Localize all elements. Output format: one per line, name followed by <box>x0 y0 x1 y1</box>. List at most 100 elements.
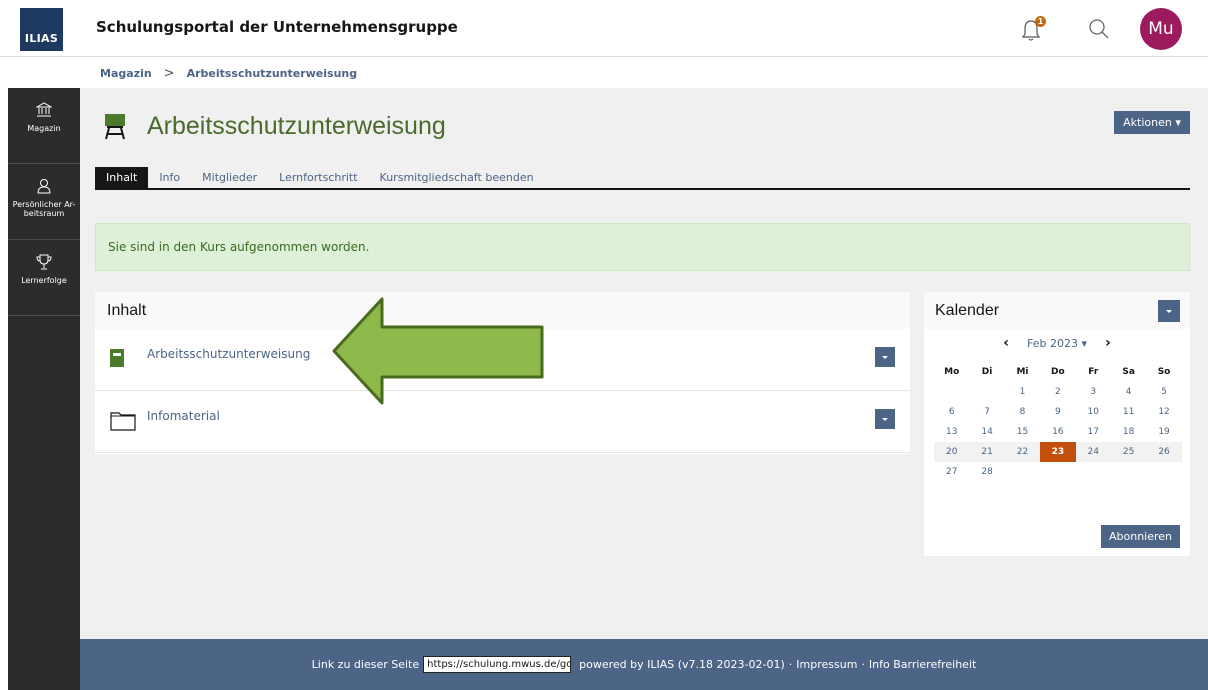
arrow-left-icon <box>332 297 544 405</box>
separator-dot: · <box>861 658 865 671</box>
calendar-day[interactable]: 2 <box>1040 382 1075 402</box>
tab-info[interactable]: Info <box>148 167 191 188</box>
caret-down-icon <box>1166 309 1172 313</box>
calendar-day <box>934 382 969 402</box>
calendar-day[interactable]: 20 <box>934 442 969 462</box>
search-icon[interactable] <box>1088 18 1110 40</box>
week-row: 27 28 <box>934 462 1182 482</box>
calendar-day[interactable]: 24 <box>1076 442 1111 462</box>
calendar-day[interactable]: 10 <box>1076 402 1111 422</box>
chevron-left-icon[interactable]: ‹ <box>1003 335 1009 351</box>
calendar-day[interactable]: 9 <box>1040 402 1075 422</box>
actions-button[interactable]: Aktionen ▾ <box>1114 111 1190 134</box>
slate-item-workspace[interactable]: Persönlicher Ar-beitsraum <box>8 164 80 240</box>
calendar-day <box>1146 462 1181 482</box>
success-message: Sie sind in den Kurs aufgenommen worden. <box>95 223 1190 271</box>
breadcrumb: Magazin > Arbeitsschutzunterweisung <box>80 58 1208 88</box>
weekday-label: Mi <box>1016 367 1029 377</box>
calendar-grid: Mo Di Mi Do Fr Sa So 1 2 3 4 5 6 7 8 9 10 11 12 13 14 15 16 17 1… <box>934 362 1182 482</box>
chevron-right-icon: > <box>163 65 175 81</box>
slate-item-label: Lernerfolge <box>21 276 67 285</box>
calendar-day <box>969 382 1004 402</box>
calendar-panel: Kalender ‹ Feb 2023 ▾ › Mo Di Mi Do Fr Sa So 1 2… <box>924 292 1190 556</box>
breadcrumb-item-magazin[interactable]: Magazin <box>100 67 152 80</box>
tab-kursmitgliedschaft-beenden[interactable]: Kursmitgliedschaft beenden <box>369 167 545 188</box>
caret-down-icon <box>882 355 888 359</box>
powered-by[interactable]: powered by ILIAS (v7.18 2023-02-01) <box>579 658 785 671</box>
calendar-day[interactable]: 15 <box>1005 422 1040 442</box>
weekday-label: Mo <box>944 367 960 377</box>
main-slate: Magazin Persönlicher Ar-beitsraum Lerner… <box>8 88 80 690</box>
calendar-day[interactable]: 21 <box>969 442 1004 462</box>
calendar-dropdown[interactable] <box>1158 300 1180 322</box>
chevron-right-icon[interactable]: › <box>1105 335 1111 351</box>
calendar-day[interactable]: 13 <box>934 422 969 442</box>
list-item-label[interactable]: Infomaterial <box>147 409 220 423</box>
calendar-day[interactable]: 7 <box>969 402 1004 422</box>
item-actions-dropdown[interactable] <box>875 347 895 367</box>
trophy-icon <box>36 254 52 270</box>
calendar-day[interactable]: 8 <box>1005 402 1040 422</box>
calendar-day[interactable]: 1 <box>1005 382 1040 402</box>
impressum-link[interactable]: Impressum <box>796 658 857 671</box>
calendar-heading: Kalender <box>924 292 1190 329</box>
permalink-field[interactable]: https://schulung.mwus.de/goto.php <box>423 656 572 673</box>
calendar-day[interactable]: 27 <box>934 462 969 482</box>
course-icon <box>105 114 125 140</box>
calendar-day[interactable]: 6 <box>934 402 969 422</box>
calendar-day <box>1040 462 1075 482</box>
month-selector[interactable]: Feb 2023 ▾ <box>1027 337 1087 350</box>
caret-down-icon <box>882 417 888 421</box>
folder-icon <box>110 412 136 431</box>
calendar-day <box>1076 462 1111 482</box>
calendar-day[interactable]: 25 <box>1111 442 1146 462</box>
separator-dot: · <box>788 658 793 671</box>
calendar-day[interactable]: 3 <box>1076 382 1111 402</box>
user-avatar[interactable]: Mu <box>1140 8 1182 50</box>
ilias-logo[interactable]: ILIAS <box>20 8 63 51</box>
week-row: 20 21 22 23 24 25 26 <box>934 442 1182 462</box>
calendar-day <box>1005 462 1040 482</box>
main-content: Arbeitsschutzunterweisung Aktionen ▾ Inh… <box>80 88 1208 639</box>
slate-item-label: Persönlicher Ar-beitsraum <box>12 200 76 218</box>
page-title: Arbeitsschutzunterweisung <box>147 112 446 140</box>
user-icon <box>37 179 51 194</box>
breadcrumb-item-course[interactable]: Arbeitsschutzunterweisung <box>187 67 358 80</box>
tab-mitglieder[interactable]: Mitglieder <box>191 167 268 188</box>
week-row: 12345 <box>934 382 1182 402</box>
tab-lernfortschritt[interactable]: Lernfortschritt <box>268 167 368 188</box>
slate-item-lernerfolge[interactable]: Lernerfolge <box>8 240 80 316</box>
weekday-label: Do <box>1051 367 1065 377</box>
weekday-label: Sa <box>1122 367 1135 377</box>
weekday-label: Di <box>981 367 993 377</box>
tab-bar: Inhalt Info Mitglieder Lernfortschritt K… <box>95 167 1190 190</box>
tab-inhalt[interactable]: Inhalt <box>95 167 149 188</box>
calendar-day-today[interactable]: 23 <box>1040 442 1076 462</box>
calendar-day[interactable]: 28 <box>969 462 1004 482</box>
calendar-day <box>1111 462 1146 482</box>
calendar-day[interactable]: 16 <box>1040 422 1075 442</box>
notification-badge: 1 <box>1035 16 1046 27</box>
calendar-day[interactable]: 4 <box>1111 382 1146 402</box>
calendar-day[interactable]: 18 <box>1111 422 1146 442</box>
weekday-label: So <box>1157 367 1171 377</box>
calendar-day[interactable]: 19 <box>1146 422 1181 442</box>
calendar-day[interactable]: 26 <box>1146 442 1181 462</box>
footer: Link zu dieser Seite https://schulung.mw… <box>80 639 1208 690</box>
weekday-label: Fr <box>1088 367 1099 377</box>
week-row: 6 7 8 9 10 11 12 <box>934 402 1182 422</box>
calendar-day[interactable]: 17 <box>1076 422 1111 442</box>
calendar-day[interactable]: 11 <box>1111 402 1146 422</box>
item-actions-dropdown[interactable] <box>875 409 895 429</box>
accessibility-link[interactable]: Info Barrierefreiheit <box>869 658 976 671</box>
list-item-label[interactable]: Arbeitsschutzunterweisung <box>147 347 310 361</box>
subscribe-button[interactable]: Abonnieren <box>1101 525 1180 548</box>
calendar-day[interactable]: 5 <box>1146 382 1181 402</box>
calendar-day[interactable]: 22 <box>1005 442 1040 462</box>
bank-icon <box>36 102 52 117</box>
learning-module-icon <box>110 349 124 367</box>
slate-item-magazin[interactable]: Magazin <box>8 88 80 164</box>
calendar-day[interactable]: 14 <box>969 422 1004 442</box>
calendar-day[interactable]: 12 <box>1146 402 1181 422</box>
footer-link-label: Link zu dieser Seite <box>311 658 420 671</box>
